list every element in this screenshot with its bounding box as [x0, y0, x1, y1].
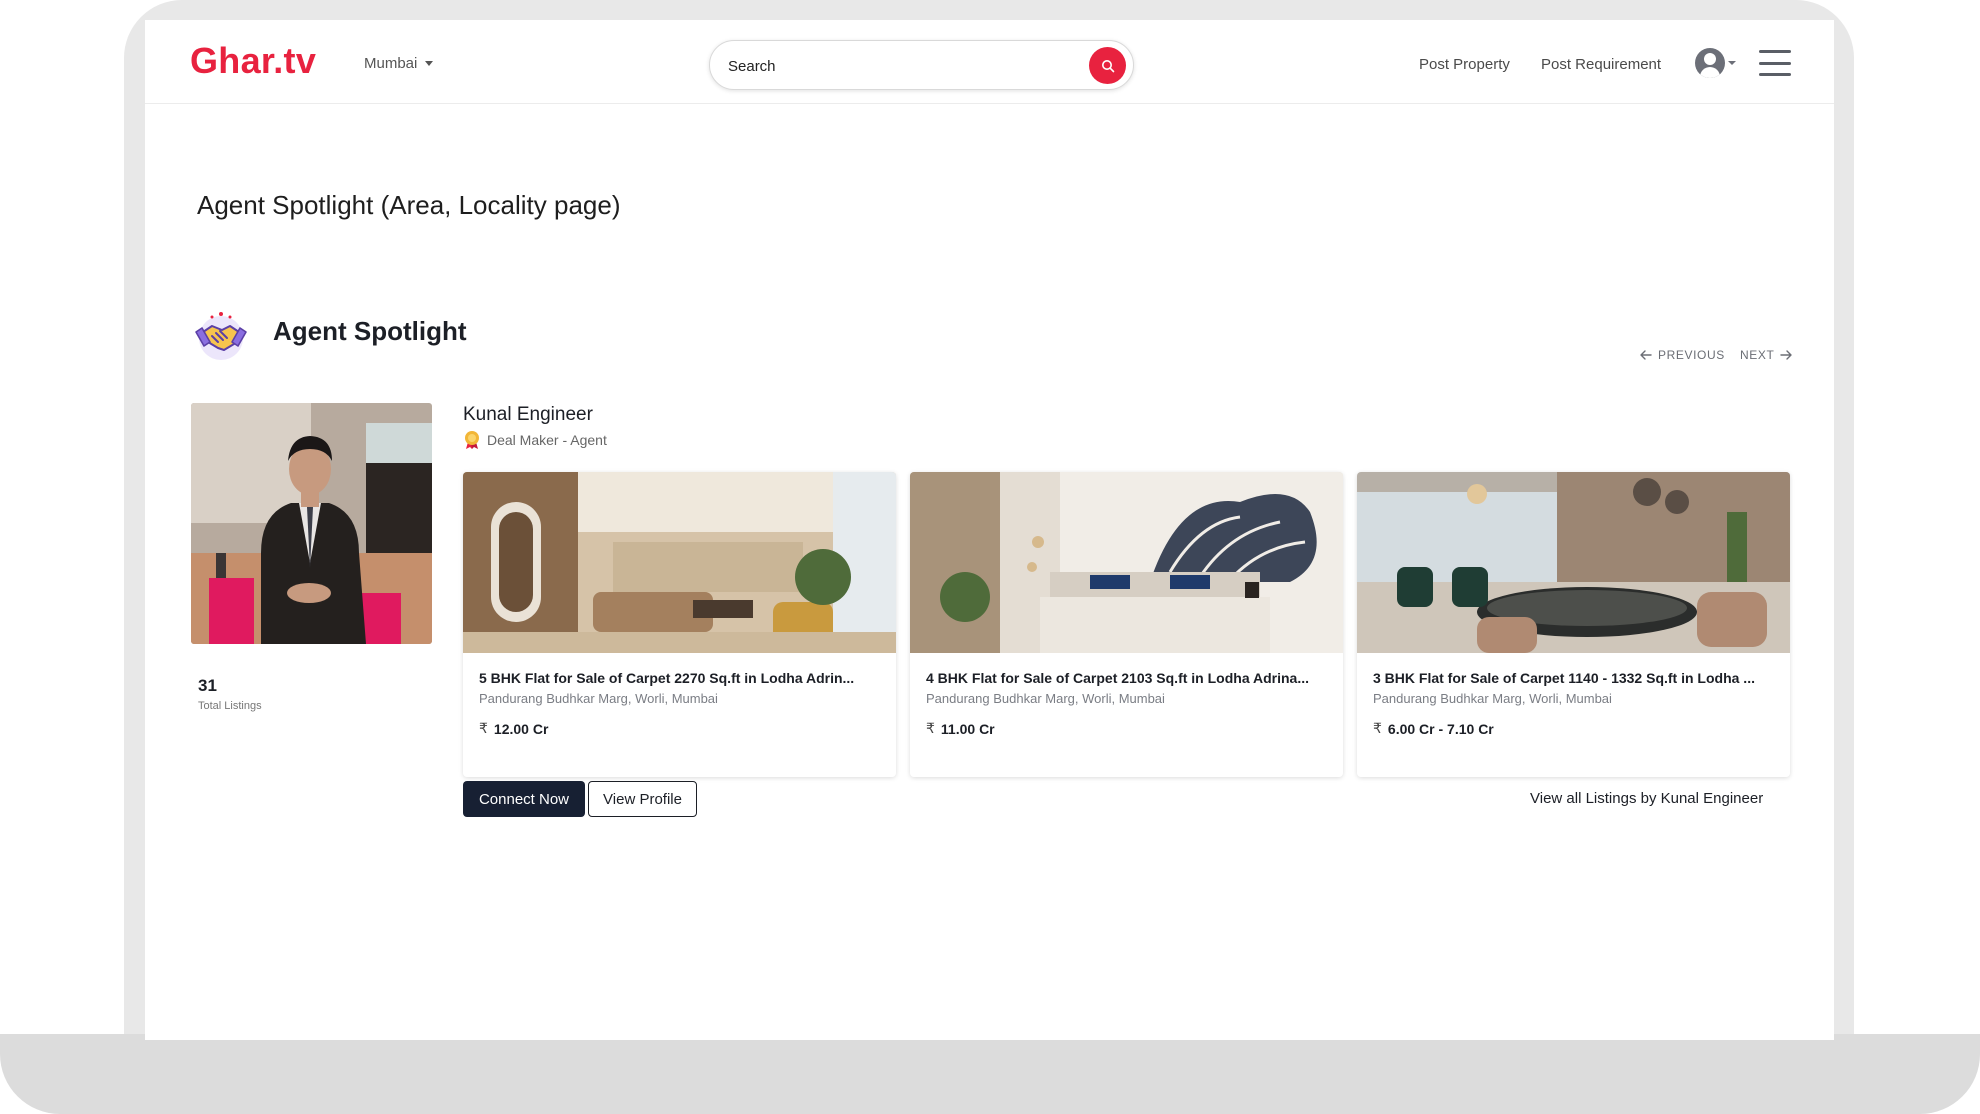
section-title: Agent Spotlight [273, 316, 467, 346]
user-avatar-icon [1695, 48, 1725, 78]
listing-image [910, 472, 1343, 653]
listing-location: Pandurang Budhkar Marg, Worli, Mumbai [479, 691, 718, 706]
rupee-icon: ₹ [1373, 720, 1382, 736]
listing-card[interactable]: 4 BHK Flat for Sale of Carpet 2103 Sq.ft… [910, 472, 1343, 777]
listing-image [463, 472, 896, 653]
listing-price: ₹ 6.00 Cr - 7.10 Cr [1373, 720, 1494, 737]
listing-location: Pandurang Budhkar Marg, Worli, Mumbai [1373, 691, 1612, 706]
agent-photo[interactable] [191, 403, 432, 644]
arrow-left-icon [1640, 350, 1652, 360]
site-logo[interactable]: Ghar.tv [190, 40, 316, 82]
view-all-listings-link[interactable]: View all Listings by Kunal Engineer [1530, 790, 1763, 807]
view-profile-button[interactable]: View Profile [588, 781, 697, 817]
search-icon [1101, 59, 1114, 72]
listing-title: 4 BHK Flat for Sale of Carpet 2103 Sq.ft… [926, 670, 1309, 686]
listing-price: ₹ 12.00 Cr [479, 720, 548, 737]
listing-price-value: 11.00 Cr [940, 720, 995, 737]
next-button[interactable]: NEXT [1740, 348, 1793, 362]
chevron-down-icon [425, 61, 434, 66]
listing-title: 3 BHK Flat for Sale of Carpet 1140 - 133… [1373, 670, 1755, 686]
agent-name[interactable]: Kunal Engineer [463, 404, 593, 426]
agent-role-label: Deal Maker - Agent [487, 432, 607, 448]
previous-button[interactable]: PREVIOUS [1640, 348, 1725, 362]
listing-card[interactable]: 5 BHK Flat for Sale of Carpet 2270 Sq.ft… [463, 472, 896, 777]
chevron-down-icon [1728, 61, 1736, 65]
handshake-icon [195, 312, 247, 360]
listing-title: 5 BHK Flat for Sale of Carpet 2270 Sq.ft… [479, 670, 855, 686]
connect-now-button[interactable]: Connect Now [463, 781, 585, 817]
listing-image [1357, 472, 1790, 653]
city-selector[interactable]: Mumbai [364, 55, 434, 72]
user-menu[interactable] [1695, 48, 1736, 78]
page-title: Agent Spotlight (Area, Locality page) [197, 190, 621, 220]
previous-label: PREVIOUS [1658, 348, 1725, 362]
listing-price-value: 12.00 Cr [493, 720, 549, 737]
city-selector-label: Mumbai [364, 55, 418, 72]
menu-icon[interactable] [1759, 50, 1791, 76]
total-listings-label: Total Listings [198, 700, 262, 712]
arrow-right-icon [1780, 350, 1793, 360]
laptop-base [0, 1034, 1980, 1114]
rupee-icon: ₹ [479, 720, 488, 736]
listing-card[interactable]: 3 BHK Flat for Sale of Carpet 1140 - 133… [1357, 472, 1790, 777]
listing-price-value: 6.00 Cr - 7.10 Cr [1387, 720, 1494, 737]
top-navbar: Ghar.tv Mumbai Post Property Post Requir… [145, 20, 1834, 104]
rupee-icon: ₹ [926, 720, 935, 736]
search-bar [709, 40, 1134, 90]
post-property-link[interactable]: Post Property [1419, 56, 1510, 73]
search-input[interactable] [728, 55, 1068, 77]
agent-role: Deal Maker - Agent [463, 430, 607, 450]
next-label: NEXT [1740, 348, 1775, 362]
post-requirement-link[interactable]: Post Requirement [1541, 56, 1661, 73]
browser-screen: Ghar.tv Mumbai Post Property Post Requir… [145, 20, 1834, 1040]
listing-location: Pandurang Budhkar Marg, Worli, Mumbai [926, 691, 1165, 706]
listing-price: ₹ 11.00 Cr [926, 720, 995, 737]
search-button[interactable] [1089, 47, 1126, 84]
total-listings-count: 31 [198, 676, 217, 695]
badge-icon [465, 431, 479, 449]
